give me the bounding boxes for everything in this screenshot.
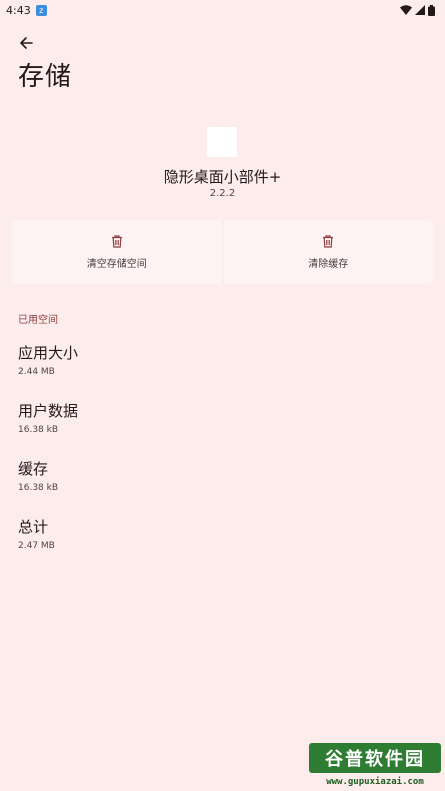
- item-title: 缓存: [18, 460, 49, 478]
- app-icon: [207, 127, 237, 157]
- watermark-logo: 谷普软件园: [309, 743, 441, 773]
- item-title: 应用大小: [18, 344, 79, 362]
- app-name: 隐形桌面小部件+: [163, 168, 282, 186]
- item-value: 16.38 kB: [18, 483, 59, 493]
- clear-cache-label: 清除缓存: [308, 258, 349, 270]
- item-value: 2.47 MB: [18, 541, 55, 551]
- battery-icon: [428, 4, 435, 16]
- item-value: 2.44 MB: [18, 367, 55, 377]
- item-title: 总计: [18, 518, 49, 536]
- section-header-used-space: 已用空间: [18, 315, 58, 326]
- back-button[interactable]: [14, 31, 38, 55]
- watermark-url: www.gupuxiazai.com: [326, 777, 424, 787]
- list-item-user-data: 用户数据 16.38 kB: [18, 400, 78, 435]
- status-bar: 4:43 z: [0, 0, 445, 20]
- clear-storage-button[interactable]: 清空存储空间: [12, 220, 222, 284]
- list-item-cache: 缓存 16.38 kB: [18, 458, 58, 493]
- trash-icon: [111, 234, 122, 248]
- status-time: 4:43: [6, 3, 31, 17]
- wifi-icon: [400, 5, 412, 15]
- clear-cache-button[interactable]: 清除缓存: [223, 220, 433, 284]
- app-version: 2.2.2: [209, 188, 236, 199]
- item-title: 用户数据: [18, 402, 79, 420]
- item-value: 16.38 kB: [18, 425, 59, 435]
- list-item-app-size: 应用大小 2.44 MB: [18, 342, 78, 377]
- arrow-back-icon: [20, 37, 33, 49]
- list-item-total: 总计 2.47 MB: [18, 516, 55, 551]
- clear-storage-label: 清空存储空间: [86, 258, 147, 270]
- cellular-signal-icon: [415, 5, 425, 15]
- trash-icon: [323, 234, 334, 248]
- page-title: 存储: [18, 62, 73, 92]
- app-notification-icon: z: [35, 4, 47, 16]
- storage-actions: 清空存储空间 清除缓存: [12, 220, 433, 284]
